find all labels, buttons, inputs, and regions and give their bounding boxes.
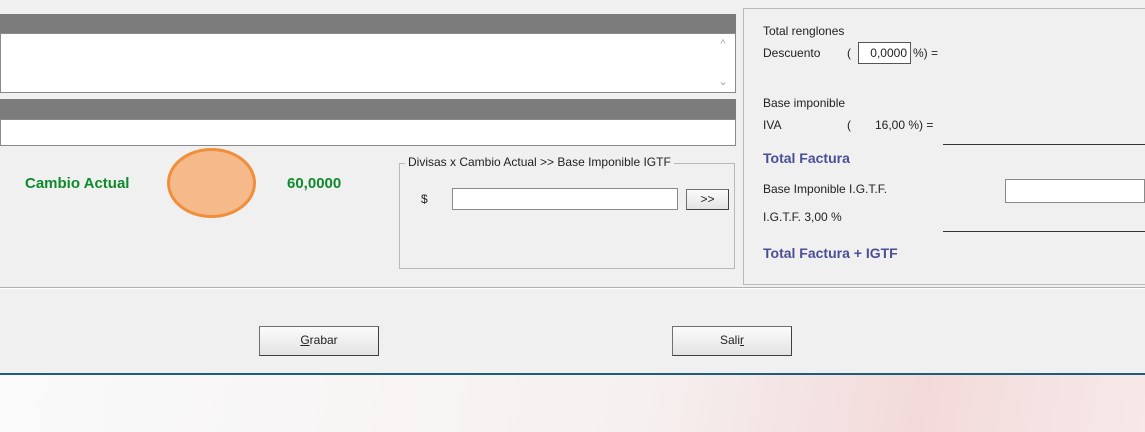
currency-symbol-label: $ bbox=[421, 192, 428, 206]
iva-open-paren: ( bbox=[847, 118, 851, 132]
upper-grid-header bbox=[0, 14, 736, 34]
transfer-to-igtf-button[interactable]: >> bbox=[686, 189, 729, 210]
descuento-percent-suffix: %) = bbox=[913, 46, 939, 60]
salir-accelerator: r bbox=[740, 333, 744, 347]
exchange-status-indicator bbox=[167, 148, 256, 218]
description-field[interactable] bbox=[0, 119, 736, 146]
divisas-amount-input[interactable] bbox=[452, 188, 678, 210]
scroll-down-icon[interactable]: ⌄ bbox=[716, 75, 730, 88]
iva-label: IVA bbox=[763, 118, 782, 132]
descuento-label: Descuento bbox=[763, 46, 821, 60]
base-imponible-label: Base imponible bbox=[763, 96, 846, 110]
lower-grid-header bbox=[0, 99, 736, 119]
footer-background bbox=[0, 375, 1145, 432]
igtf-underline bbox=[943, 231, 1145, 232]
base-igtf-label: Base Imponible I.G.T.F. bbox=[763, 182, 888, 196]
scroll-up-icon[interactable]: ^ bbox=[716, 38, 730, 50]
descuento-open-paren: ( bbox=[847, 46, 851, 60]
observations-textarea[interactable]: ^ ⌄ bbox=[0, 33, 736, 93]
divisas-group-legend: Divisas x Cambio Actual >> Base Imponibl… bbox=[405, 155, 674, 169]
total-factura-igtf-label: Total Factura + IGTF bbox=[763, 245, 898, 261]
cambio-actual-label: Cambio Actual bbox=[25, 175, 130, 192]
divisas-groupbox bbox=[399, 163, 735, 269]
igtf-label: I.G.T.F. 3,00 % bbox=[763, 210, 842, 224]
base-igtf-input[interactable] bbox=[1005, 179, 1145, 203]
grabar-label: rabar bbox=[309, 333, 338, 347]
iva-percent-value: 16,00 %) = bbox=[875, 118, 934, 132]
grabar-accelerator: G bbox=[300, 333, 310, 347]
salir-label: Sali bbox=[719, 333, 740, 347]
descuento-percent-input[interactable]: 0,0000 bbox=[858, 42, 911, 64]
section-separator-light bbox=[0, 288, 1145, 289]
grabar-button[interactable]: Grabar bbox=[259, 326, 379, 356]
cambio-actual-value: 60,0000 bbox=[287, 175, 342, 192]
iva-underline bbox=[943, 144, 1145, 145]
total-factura-label: Total Factura bbox=[763, 150, 850, 166]
salir-button[interactable]: Salir bbox=[672, 326, 792, 356]
total-renglones-label: Total renglones bbox=[763, 24, 845, 38]
